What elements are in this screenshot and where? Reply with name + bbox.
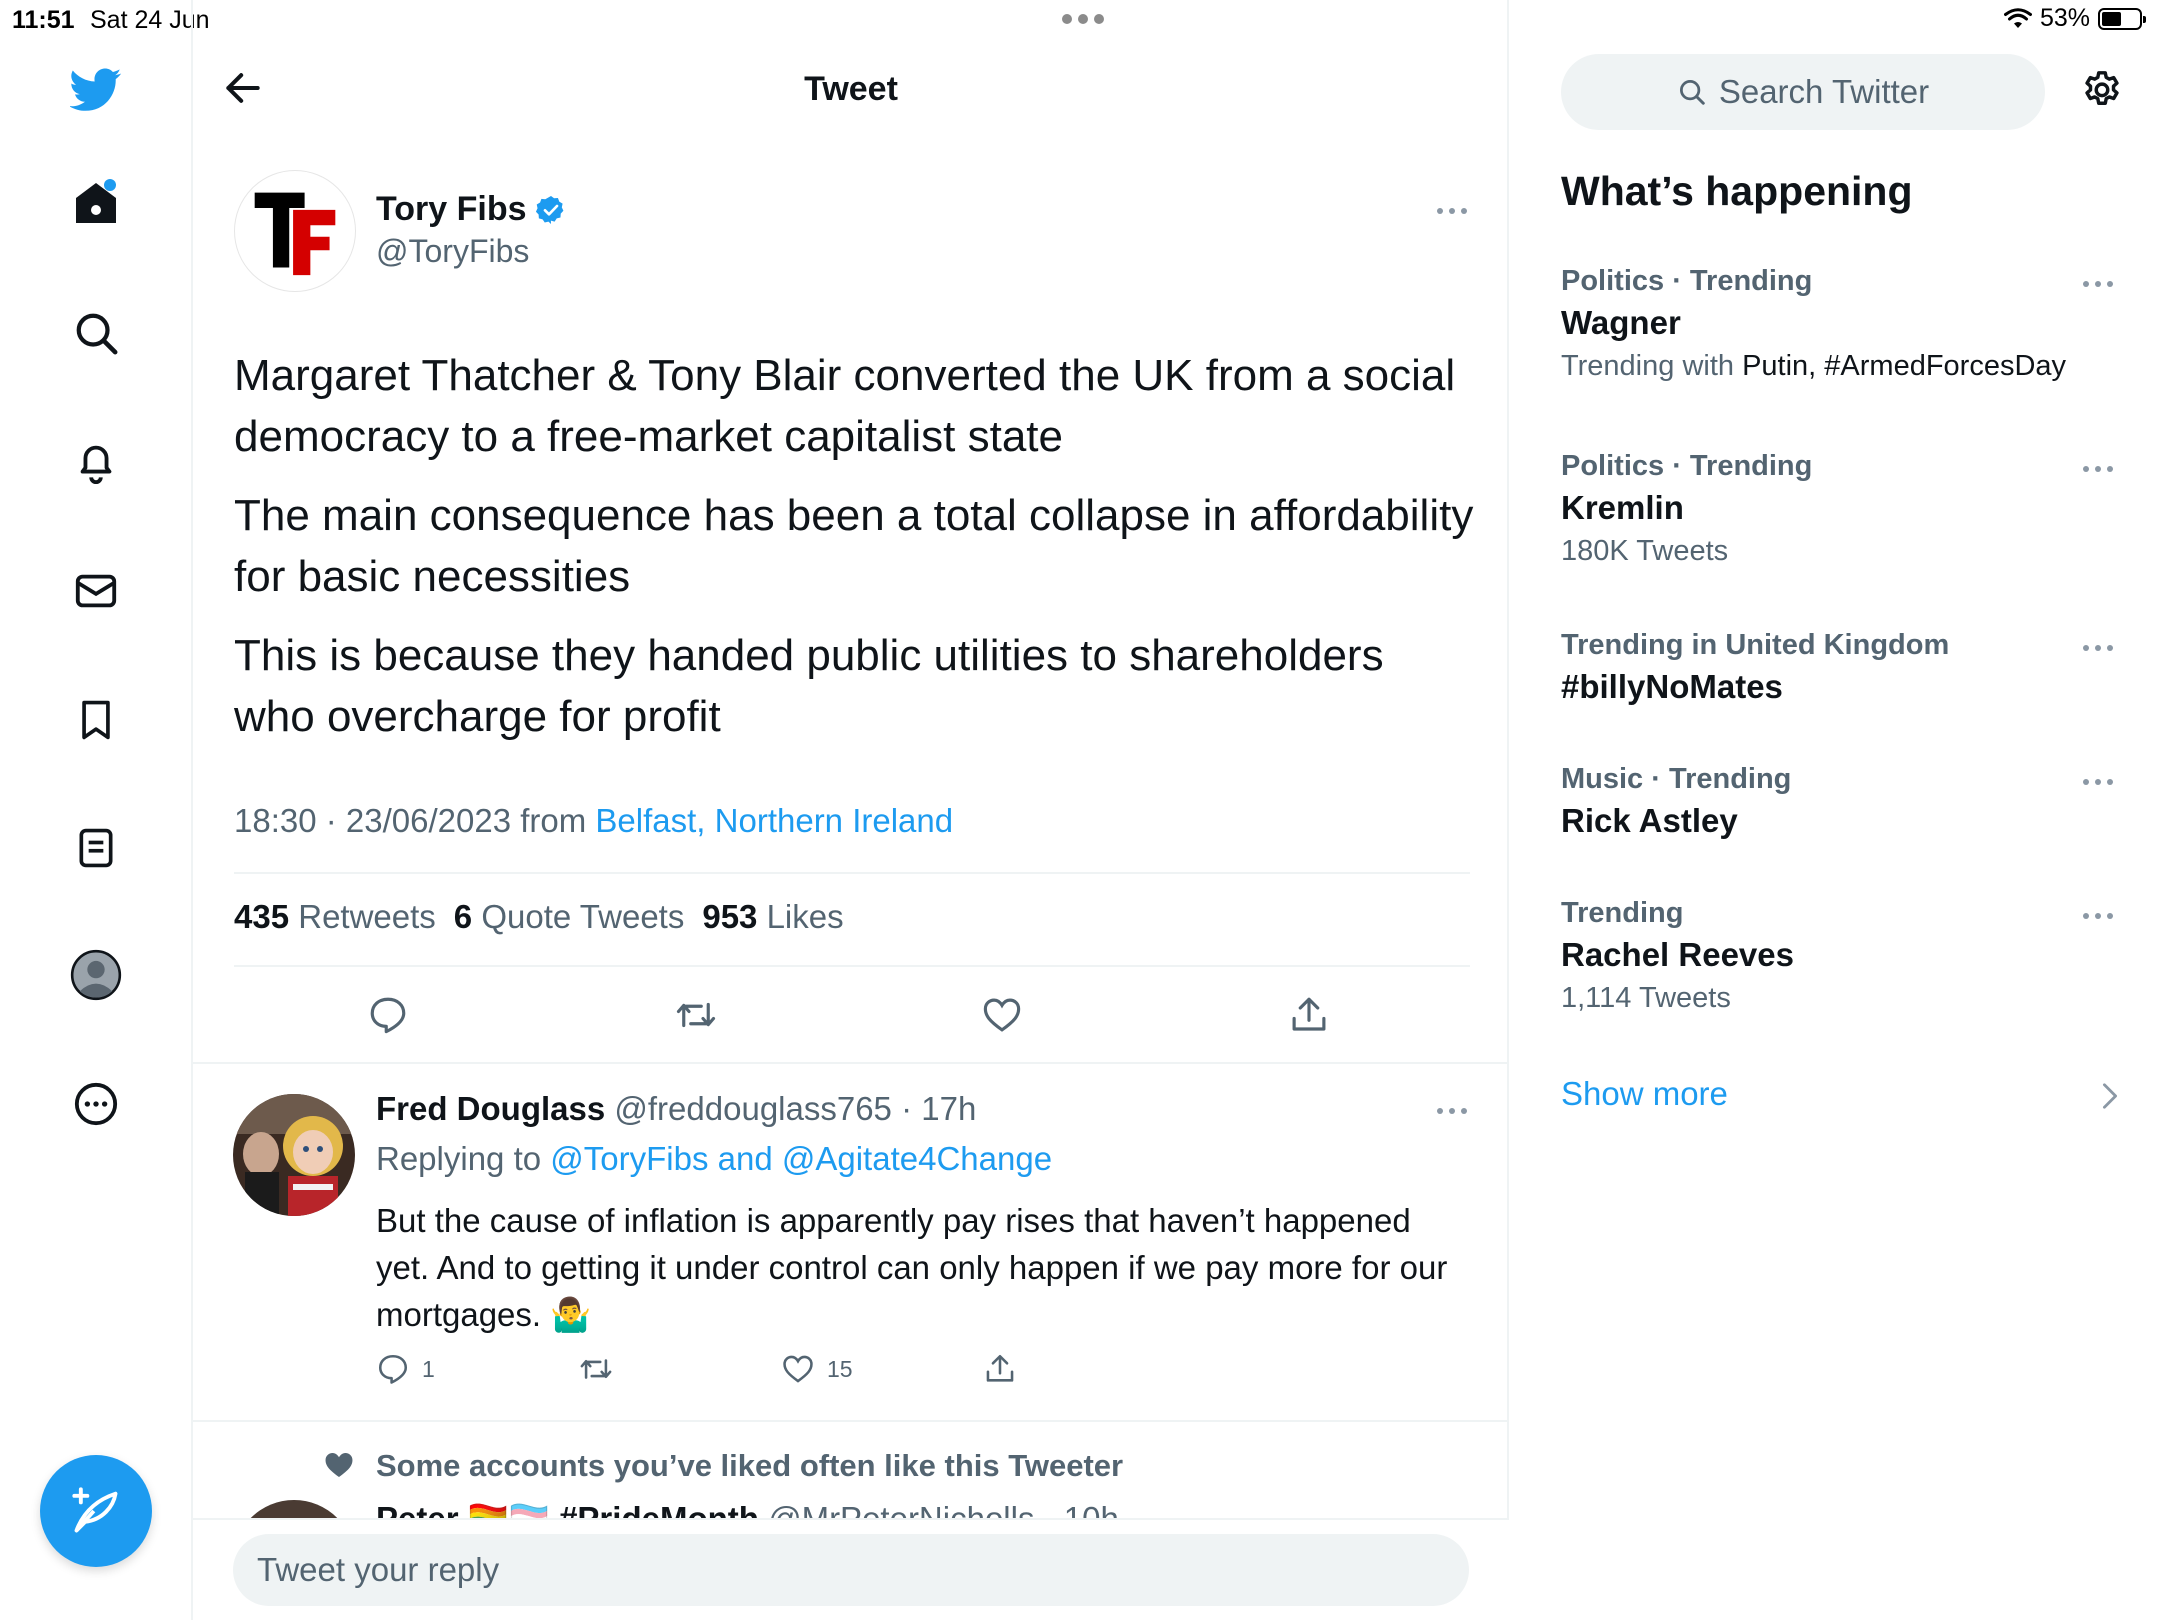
trend-more-icon[interactable]: [2083, 779, 2113, 785]
reply-reply-button[interactable]: 1: [376, 1352, 435, 1386]
divider: [193, 1420, 1509, 1422]
notifications-bell-icon[interactable]: [66, 432, 126, 492]
twitter-logo-icon[interactable]: [66, 60, 126, 120]
lists-icon[interactable]: [66, 818, 126, 878]
reply-author-name[interactable]: Fred Douglass: [376, 1090, 605, 1127]
share-icon[interactable]: [1288, 994, 1330, 1036]
retweet-icon: [580, 1359, 612, 1379]
tweet-reply-input[interactable]: Tweet your reply: [233, 1534, 1469, 1606]
whats-happening-heading: What’s happening: [1561, 168, 1913, 214]
trend-item[interactable]: Trending Rachel Reeves 1,114 Tweets: [1561, 897, 2121, 1015]
chevron-right-icon[interactable]: [2101, 1082, 2119, 1110]
reply-retweet-button[interactable]: [577, 1352, 615, 1386]
search-icon: [1679, 80, 1705, 105]
search-placeholder: Search Twitter: [1718, 73, 1930, 110]
home-notification-dot: [104, 179, 116, 191]
trend-name: #billyNoMates: [1561, 668, 1783, 705]
trend-name: Kremlin: [1561, 489, 1684, 526]
trend-category: Music · Trending: [1561, 763, 1792, 795]
liked-heart-icon: [321, 1448, 357, 1482]
reply-icon[interactable]: [367, 994, 409, 1036]
divider: [193, 1062, 1509, 1064]
reply-count: 1: [422, 1355, 435, 1382]
trend-category: Trending in United Kingdom: [1561, 629, 1950, 661]
next-tweet-header[interactable]: Peter 🏳️‍🌈🏳️‍⚧️ #PrideMonth @MrPeterNich…: [376, 1500, 1119, 1520]
divider: [234, 872, 1470, 874]
quote-tweets-stat[interactable]: 6 Quote Tweets: [454, 898, 685, 936]
trend-category: Trending: [1561, 897, 1684, 929]
tweet-paragraph: This is because they handed public utili…: [234, 631, 1384, 741]
like-heart-icon[interactable]: [981, 994, 1023, 1036]
trend-name: Rachel Reeves: [1561, 936, 1794, 973]
author-name[interactable]: Tory Fibs: [376, 190, 567, 229]
reply-author-avatar[interactable]: [233, 1094, 355, 1216]
share-icon: [986, 1354, 1014, 1382]
main-column: Tweet Tory Fibs @ToryFibs Margaret Thatc…: [193, 0, 1509, 1620]
show-more-link[interactable]: Show more: [1561, 1075, 1728, 1113]
reply-header: Fred Douglass @freddouglass765 · 17h: [376, 1090, 976, 1128]
retweets-stat[interactable]: 435 Retweets: [234, 898, 436, 936]
bookmark-icon[interactable]: [66, 690, 126, 750]
reply-bar: Tweet your reply: [193, 1518, 1509, 1620]
left-navigation: [0, 0, 193, 1620]
reply-more-icon[interactable]: [1437, 1108, 1467, 1114]
like-count: 15: [827, 1355, 853, 1382]
trend-category: Politics · Trending: [1561, 265, 1813, 297]
trend-context: Trending with Putin, #ArmedForcesDay: [1561, 350, 2067, 382]
trend-item[interactable]: Music · Trending Rick Astley: [1561, 763, 2121, 840]
reply-like-button[interactable]: 15: [781, 1352, 853, 1386]
trend-item[interactable]: Trending in United Kingdom #billyNoMates: [1561, 629, 2121, 706]
tory-fibs-logo: [254, 192, 336, 276]
trend-item[interactable]: Politics · Trending Kremlin 180K Tweets: [1561, 450, 2121, 568]
trend-tweet-count: 1,114 Tweets: [1561, 982, 1731, 1014]
compose-tweet-button[interactable]: [40, 1455, 152, 1567]
trend-category: Politics · Trending: [1561, 450, 1813, 482]
trend-name: Wagner: [1561, 304, 1681, 341]
tweet-body: Margaret Thatcher & Tony Blair converted…: [234, 345, 1474, 765]
profile-avatar-icon[interactable]: [66, 945, 126, 1005]
tweet-timestamp[interactable]: 18:30 · 23/06/2023: [234, 802, 511, 839]
page-title: Tweet: [804, 70, 898, 108]
right-sidebar: Search Twitter What’s happening Politics…: [1511, 0, 2160, 1620]
author-handle[interactable]: @ToryFibs: [376, 233, 529, 270]
tweet-stats: 435 Retweets 6 Quote Tweets 953 Likes: [234, 898, 844, 936]
author-avatar[interactable]: [234, 170, 356, 292]
trend-more-icon[interactable]: [2083, 645, 2113, 651]
trend-more-icon[interactable]: [2083, 913, 2113, 919]
reply-share-button[interactable]: [983, 1352, 1017, 1386]
like-heart-icon: [783, 1355, 813, 1383]
replying-to-links[interactable]: @ToryFibs and @Agitate4Change: [550, 1140, 1052, 1177]
next-tweet-meta: @MrPeterNicholls · 10h: [768, 1500, 1119, 1520]
trend-more-icon[interactable]: [2083, 466, 2113, 472]
compose-feather-icon: [72, 1487, 118, 1533]
next-tweet-author: Peter 🏳️‍🌈🏳️‍⚧️ #PrideMonth: [376, 1500, 759, 1520]
from-label: from: [520, 802, 587, 839]
trend-item[interactable]: Politics · Trending Wagner Trending with…: [1561, 265, 2121, 383]
messages-envelope-icon[interactable]: [66, 561, 126, 621]
more-circle-icon[interactable]: [66, 1074, 126, 1134]
divider: [234, 965, 1470, 967]
tweet-paragraph: Margaret Thatcher & Tony Blair converted…: [234, 351, 1456, 461]
reply-body: But the cause of inflation is apparently…: [376, 1202, 1448, 1333]
tweet-timestamp-line: 18:30 · 23/06/2023 from Belfast, Norther…: [234, 802, 953, 840]
home-icon[interactable]: [66, 173, 126, 233]
retweet-icon[interactable]: [673, 994, 719, 1036]
reply-icon: [378, 1354, 408, 1384]
reply-author-meta[interactable]: @freddouglass765 · 17h: [614, 1090, 976, 1127]
settings-gear-icon[interactable]: [2079, 68, 2125, 114]
search-twitter-input[interactable]: Search Twitter: [1561, 54, 2045, 130]
trend-tweet-count: 180K Tweets: [1561, 535, 1729, 567]
social-context: Some accounts you’ve liked often like th…: [376, 1448, 1124, 1483]
verified-badge-icon: [535, 195, 563, 224]
replying-to: Replying to @ToryFibs and @Agitate4Chang…: [376, 1140, 1053, 1177]
tweet-location-link[interactable]: Belfast, Northern Ireland: [595, 802, 953, 839]
search-icon[interactable]: [66, 303, 126, 363]
tweet-paragraph: The main consequence has been a total co…: [234, 491, 1474, 601]
trend-more-icon[interactable]: [2083, 281, 2113, 287]
trend-name: Rick Astley: [1561, 802, 1738, 839]
next-tweet-avatar[interactable]: [233, 1500, 355, 1520]
likes-stat[interactable]: 953 Likes: [702, 898, 843, 936]
tweet-more-icon[interactable]: [1437, 208, 1467, 214]
